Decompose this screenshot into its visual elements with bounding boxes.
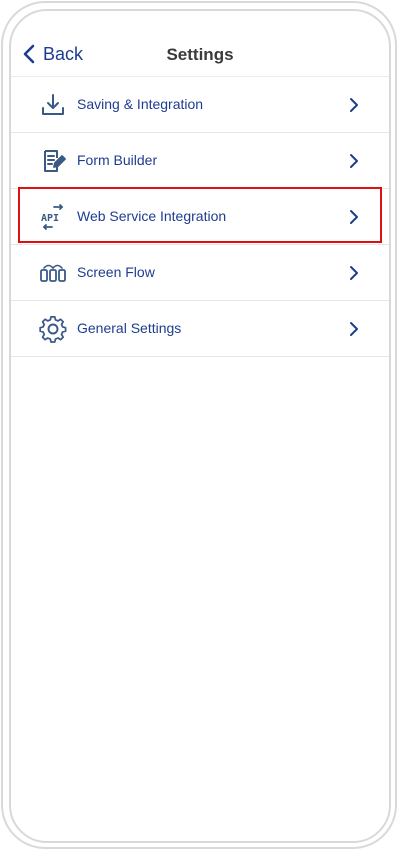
menu-item-form-builder[interactable]: Form Builder <box>11 133 389 189</box>
chevron-right-icon <box>349 265 359 281</box>
settings-menu-list: Saving & Integration Form Builder API We… <box>11 77 389 357</box>
form-edit-icon <box>39 147 67 175</box>
menu-item-saving-integration[interactable]: Saving & Integration <box>11 77 389 133</box>
menu-item-label: Screen Flow <box>77 264 155 280</box>
chevron-right-icon <box>349 321 359 337</box>
api-icon: API <box>39 203 67 231</box>
menu-item-label: Form Builder <box>77 152 158 168</box>
menu-item-web-service-integration[interactable]: API Web Service Integration <box>11 189 389 245</box>
menu-item-general-settings[interactable]: General Settings <box>11 301 389 357</box>
gear-icon <box>39 315 67 343</box>
menu-item-screen-flow[interactable]: Screen Flow <box>11 245 389 301</box>
menu-item-label: Web Service Integration <box>77 208 227 224</box>
screen-flow-icon <box>39 259 67 287</box>
menu-item-label: Saving & Integration <box>77 96 204 112</box>
menu-item-label: General Settings <box>77 320 182 336</box>
top-bar: Back Settings <box>11 11 389 77</box>
device-screen: Back Settings Saving & Integration Form … <box>9 9 391 843</box>
chevron-right-icon <box>349 209 359 225</box>
page-title: Settings <box>166 45 234 64</box>
svg-text:API: API <box>41 213 59 224</box>
download-icon <box>39 91 67 119</box>
page: Back Settings Saving & Integration Form … <box>0 0 400 852</box>
chevron-right-icon <box>349 97 359 113</box>
chevron-right-icon <box>349 153 359 169</box>
